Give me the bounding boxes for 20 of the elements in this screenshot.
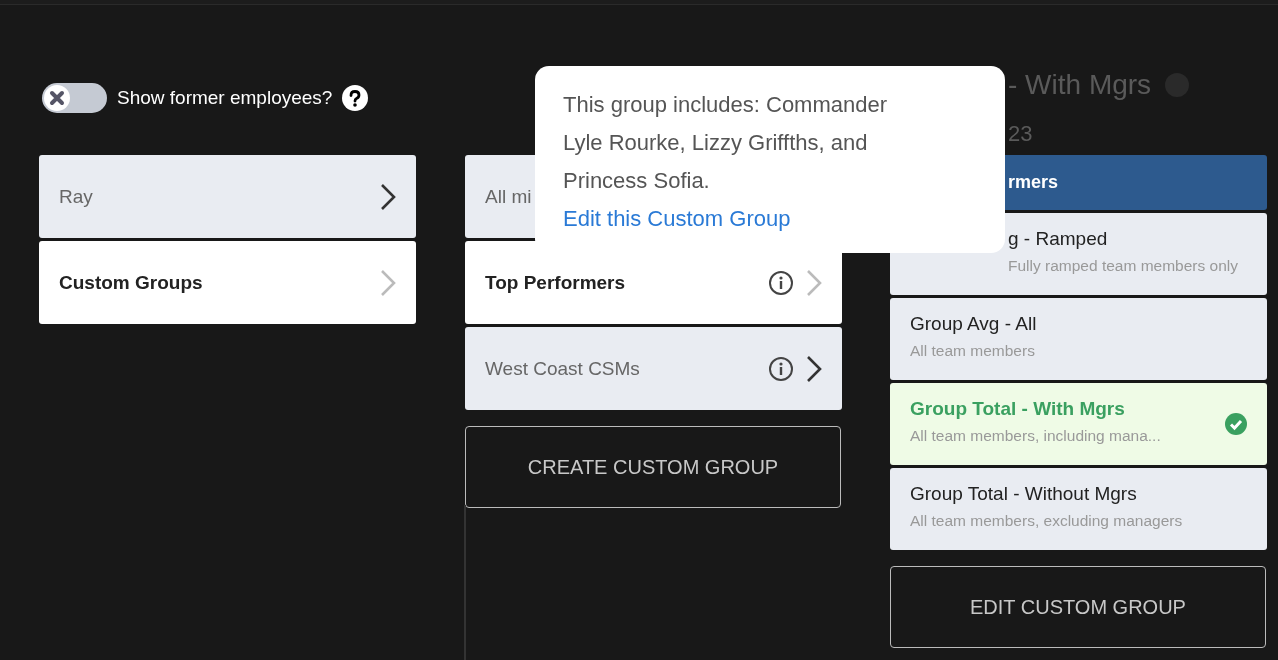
option-description: All team members, excluding managers — [910, 512, 1183, 530]
list-item[interactable]: West Coast CSMs — [465, 327, 842, 410]
list-item[interactable]: Custom Groups — [39, 241, 416, 324]
option-description: Fully ramped team members only — [1008, 257, 1238, 275]
option-description: All team members, including mana... — [910, 427, 1161, 445]
option-item[interactable]: Group Total - Without Mgrs All team members, excluding managers — [890, 468, 1267, 550]
create-group-button[interactable]: CREATE CUSTOM GROUP — [465, 426, 841, 508]
option-title: Group Avg - All — [910, 313, 1037, 335]
toggle-label: Show former employees? — [117, 87, 333, 109]
group-subtitle: 23 — [1008, 121, 1033, 147]
edit-group-link[interactable]: Edit this Custom Group — [563, 206, 791, 231]
tooltip-text: This group includes: Commander Lyle Rourke, Lizzy Griffths, and Princess Sofia. — [563, 91, 889, 195]
option-title: Group Total - With Mgrs — [910, 398, 1126, 420]
option-title: g - Ramped — [1008, 228, 1109, 250]
list-item[interactable]: Ray — [39, 155, 416, 238]
option-title: Group Total - Without Mgrs — [910, 483, 1138, 505]
option-description: All team members — [910, 342, 1036, 360]
group-title: - With Mgrs — [1008, 69, 1152, 101]
edit-group-button[interactable]: EDIT CUSTOM GROUP — [890, 566, 1266, 648]
option-item[interactable]: Group Avg - All All team members — [890, 298, 1267, 380]
